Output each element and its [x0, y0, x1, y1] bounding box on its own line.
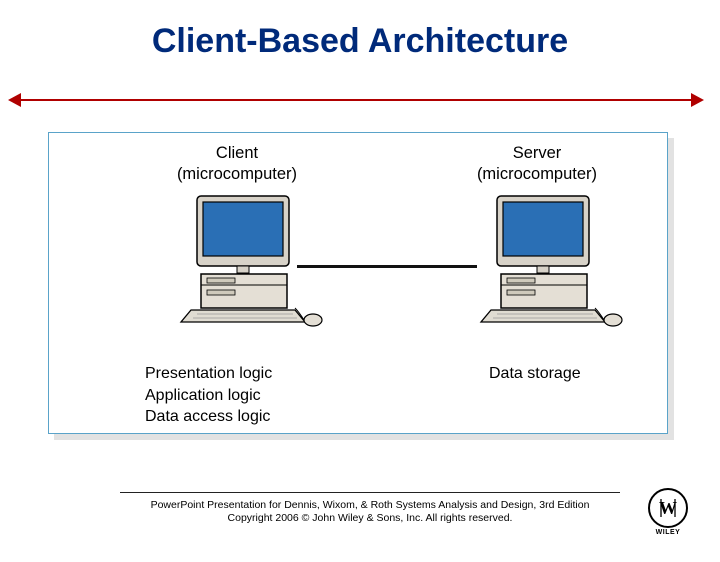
client-label: Client (microcomputer)	[127, 143, 347, 184]
footer-line-2: Copyright 2006 © John Wiley & Sons, Inc.…	[120, 512, 620, 526]
server-func-1: Data storage	[489, 363, 581, 385]
diagram-box: Client (microcomputer)	[48, 132, 668, 434]
wiley-logo: W WILEY	[646, 488, 690, 532]
client-functions: Presentation logic Application logic Dat…	[145, 363, 272, 428]
page-title: Client-Based Architecture	[0, 22, 720, 61]
client-label-line1: Client	[216, 144, 258, 162]
svg-text:W: W	[659, 498, 677, 518]
server-label-line1: Server	[513, 144, 562, 162]
wiley-w-icon: W	[655, 495, 681, 521]
server-functions: Data storage	[489, 363, 581, 385]
diagram-container: Client (microcomputer)	[48, 132, 672, 440]
server-computer-icon	[427, 192, 647, 347]
server-column: Server (microcomputer)	[427, 143, 647, 347]
server-label-line2: (microcomputer)	[477, 165, 597, 183]
server-label: Server (microcomputer)	[427, 143, 647, 184]
client-func-1: Presentation logic	[145, 363, 272, 385]
footer-line-1: PowerPoint Presentation for Dennis, Wixo…	[120, 499, 620, 513]
client-label-line2: (microcomputer)	[177, 165, 297, 183]
client-func-3: Data access logic	[145, 406, 272, 428]
footer-divider	[120, 492, 620, 493]
footer-text: PowerPoint Presentation for Dennis, Wixo…	[120, 499, 620, 526]
wiley-brand-text: WILEY	[646, 529, 690, 536]
client-func-2: Application logic	[145, 385, 272, 407]
client-computer-icon	[127, 192, 347, 347]
client-column: Client (microcomputer)	[127, 143, 347, 347]
divider-arrow	[18, 99, 694, 101]
wiley-logo-circle: W	[648, 488, 688, 528]
